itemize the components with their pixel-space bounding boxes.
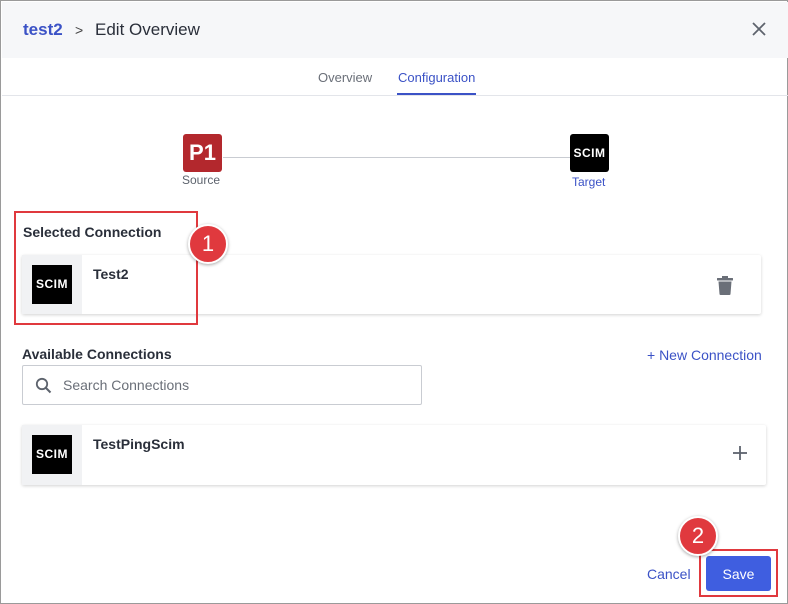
edit-overview-dialog: test2 > Edit Overview Overview Configura… — [0, 0, 788, 604]
active-tab-indicator — [397, 93, 476, 95]
cancel-button[interactable]: Cancel — [647, 566, 691, 582]
search-box — [22, 365, 422, 405]
tab-overview[interactable]: Overview — [318, 70, 372, 85]
target-label[interactable]: Target — [572, 175, 605, 189]
step-badge-2: 2 — [678, 516, 718, 556]
scim-target-logo: SCIM — [570, 134, 609, 172]
new-connection-link[interactable]: + New Connection — [647, 347, 762, 363]
available-connections-heading: Available Connections — [22, 346, 172, 362]
breadcrumb-separator: > — [75, 22, 84, 38]
plus-icon[interactable] — [732, 445, 748, 461]
scim-logo: SCIM — [32, 435, 72, 474]
flow-connector-line — [223, 157, 571, 158]
trash-icon[interactable] — [717, 276, 733, 295]
search-icon — [35, 377, 52, 394]
p1-source-logo: P1 — [183, 134, 222, 172]
annotation-highlight-save — [699, 549, 778, 597]
search-input[interactable] — [63, 367, 413, 403]
connection-name: TestPingScim — [93, 436, 185, 452]
close-icon[interactable] — [750, 20, 768, 38]
tab-configuration[interactable]: Configuration — [398, 70, 475, 85]
source-label: Source — [182, 173, 221, 187]
breadcrumb-app-link[interactable]: test2 — [23, 20, 63, 40]
page-title: Edit Overview — [95, 20, 200, 39]
tab-bar: Overview Configuration — [2, 58, 788, 96]
annotation-highlight-selected — [14, 211, 198, 325]
connection-icon-box: SCIM — [22, 425, 82, 485]
available-connection-card: SCIM TestPingScim — [22, 425, 766, 485]
step-badge-1: 1 — [188, 224, 228, 264]
dialog-header: test2 > Edit Overview — [2, 2, 788, 58]
